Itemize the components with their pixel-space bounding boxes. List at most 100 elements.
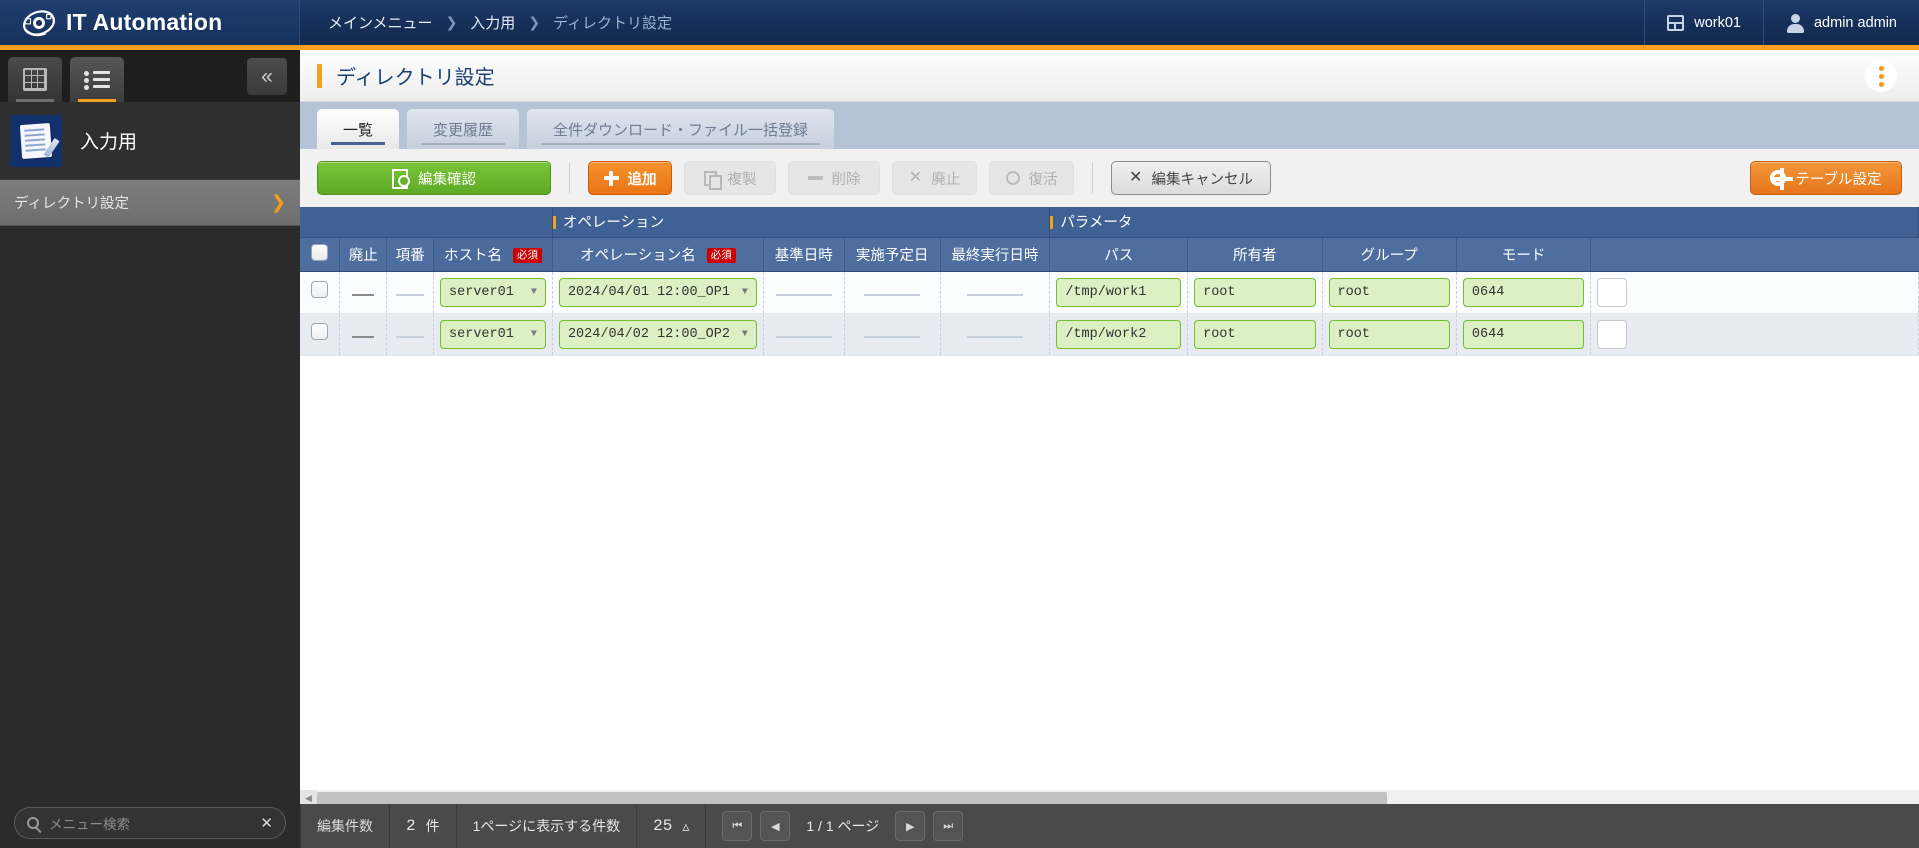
edit-count-value-cell: 2 件: [390, 804, 457, 848]
breadcrumb-item-0[interactable]: メインメニュー: [328, 12, 433, 33]
per-page-select[interactable]: 25 ▵: [637, 804, 707, 848]
cell-seq: [386, 313, 435, 356]
gear-icon: [1770, 168, 1794, 190]
title-accent-bar: [317, 63, 322, 88]
cell-scheduled-date: [844, 271, 941, 314]
brand-area[interactable]: IT Automation: [0, 0, 300, 45]
group-header-row: オペレーション パラメータ: [300, 207, 1919, 238]
path-input[interactable]: /tmp/work1: [1056, 277, 1182, 307]
col-last-exec-datetime[interactable]: 最終実行日時: [940, 237, 1051, 272]
add-button[interactable]: 追加: [588, 161, 672, 195]
owner-input[interactable]: root: [1194, 277, 1316, 307]
per-page-value: 25: [653, 817, 673, 835]
breadcrumb-item-1[interactable]: 入力用: [470, 12, 515, 33]
row-checkbox[interactable]: [300, 313, 341, 356]
col-hostname[interactable]: ホスト名 必須: [433, 237, 553, 272]
col-discard[interactable]: 廃止: [339, 237, 388, 272]
extra-input[interactable]: [1597, 277, 1628, 307]
empty-dash-icon: [966, 336, 1023, 338]
group-header-blank: [300, 207, 553, 238]
group-header-operation-label: オペレーション: [562, 215, 665, 232]
hostname-select[interactable]: server01 ▼: [440, 277, 546, 307]
select-all-checkbox[interactable]: [300, 237, 341, 272]
col-mode[interactable]: モード: [1456, 237, 1592, 272]
chevron-double-left-icon[interactable]: «: [247, 58, 287, 95]
cell-owner[interactable]: root: [1187, 271, 1323, 314]
owner-input[interactable]: root: [1194, 319, 1316, 349]
hostname-select[interactable]: server01 ▼: [440, 319, 546, 349]
cell-mode[interactable]: 0644: [1456, 271, 1592, 314]
table-row[interactable]: server01 ▼ 2024/04/01 12:00_OP1 ▼ /tmp/w…: [300, 271, 1919, 314]
application-window: IT Automation メインメニュー ❯ 入力用 ❯ ディレクトリ設定 w…: [0, 0, 1919, 848]
tab-label: 一覧: [343, 121, 374, 139]
col-owner[interactable]: 所有者: [1187, 237, 1323, 272]
x-icon: ✕: [908, 169, 923, 186]
edit-cancel-button[interactable]: ✕ 編集キャンセル: [1111, 161, 1271, 195]
extra-input[interactable]: [1597, 319, 1628, 349]
cell-hostname[interactable]: server01 ▼: [433, 271, 553, 314]
cell-extra[interactable]: [1590, 313, 1919, 356]
hostname-value: server01: [449, 326, 514, 342]
plus-icon: [603, 170, 619, 186]
operation-name-select[interactable]: 2024/04/02 12:00_OP2 ▼: [558, 319, 757, 349]
col-seq[interactable]: 項番: [386, 237, 435, 272]
cell-operation-name[interactable]: 2024/04/02 12:00_OP2 ▼: [552, 313, 764, 356]
next-page-icon[interactable]: ▶: [895, 811, 926, 841]
x-icon: ✕: [1129, 169, 1143, 186]
cell-group[interactable]: root: [1322, 271, 1457, 314]
path-value: /tmp/work2: [1065, 326, 1147, 342]
col-scheduled-date[interactable]: 実施予定日: [844, 237, 941, 272]
mode-input[interactable]: 0644: [1462, 277, 1585, 307]
cell-group[interactable]: root: [1322, 313, 1457, 356]
mode-input[interactable]: 0644: [1462, 319, 1585, 349]
cell-extra[interactable]: [1590, 271, 1919, 314]
workspace-selector[interactable]: work01: [1644, 0, 1763, 45]
path-input[interactable]: /tmp/work2: [1056, 319, 1182, 349]
operation-name-select[interactable]: 2024/04/01 12:00_OP1 ▼: [558, 277, 757, 307]
chevron-up-icon: ▵: [682, 817, 690, 834]
sidebar-tab-grid[interactable]: [8, 57, 62, 102]
col-base-datetime[interactable]: 基準日時: [763, 237, 845, 272]
tab-bulk-download-upload[interactable]: 全件ダウンロード・ファイル一括登録: [527, 109, 835, 149]
group-input[interactable]: root: [1328, 277, 1450, 307]
kebab-menu-icon[interactable]: [1865, 60, 1897, 92]
row-checkbox[interactable]: [300, 271, 341, 314]
cell-path[interactable]: /tmp/work1: [1049, 271, 1189, 314]
cell-owner[interactable]: root: [1187, 313, 1323, 356]
table-footer: 編集件数 2 件 1ページに表示する件数 25 ▵ ⏮ ◀ 1 / 1 ページ …: [300, 804, 1919, 848]
content-tabs: 一覧 変更履歴 全件ダウンロード・ファイル一括登録: [300, 102, 1919, 149]
empty-dash-icon: [864, 336, 921, 338]
close-icon[interactable]: ✕: [260, 814, 273, 832]
edit-confirm-button[interactable]: 編集確認: [317, 161, 551, 195]
discard-label: 廃止: [931, 171, 961, 188]
add-label: 追加: [627, 171, 657, 188]
tab-list[interactable]: 一覧: [317, 109, 400, 149]
cell-hostname[interactable]: server01 ▼: [433, 313, 553, 356]
search-input[interactable]: メニュー検索 ✕: [14, 807, 286, 839]
sidebar-item-directory-settings[interactable]: ディレクトリ設定 ❯: [0, 180, 300, 226]
column-label: グループ: [1360, 247, 1418, 264]
restore-label: 復活: [1028, 171, 1058, 188]
sidebar-tab-list[interactable]: [70, 57, 124, 102]
toolbar-divider: [569, 163, 570, 193]
cell-mode[interactable]: 0644: [1456, 313, 1592, 356]
table-setting-button[interactable]: テーブル設定: [1750, 161, 1902, 195]
page-unit: ページ: [837, 818, 880, 834]
cell-operation-name[interactable]: 2024/04/01 12:00_OP1 ▼: [552, 271, 764, 314]
tab-change-history[interactable]: 変更履歴: [407, 109, 520, 149]
first-page-icon[interactable]: ⏮: [722, 811, 753, 841]
user-menu[interactable]: admin admin: [1762, 0, 1919, 45]
search-icon: [27, 817, 39, 829]
per-page-label: 1ページに表示する件数: [472, 818, 621, 834]
col-path[interactable]: パス: [1049, 237, 1189, 272]
col-group[interactable]: グループ: [1322, 237, 1457, 272]
column-label: 廃止: [348, 247, 378, 264]
col-operation-name[interactable]: オペレーション名 必須: [552, 237, 764, 272]
last-page-icon[interactable]: ⏭: [933, 811, 964, 841]
cell-path[interactable]: /tmp/work2: [1049, 313, 1189, 356]
page-current: 1: [806, 818, 815, 834]
group-input[interactable]: root: [1328, 319, 1450, 349]
chevron-down-icon: ▼: [530, 286, 537, 298]
prev-page-icon[interactable]: ◀: [760, 811, 791, 841]
table-row[interactable]: server01 ▼ 2024/04/02 12:00_OP2 ▼ /tmp/w…: [300, 313, 1919, 356]
